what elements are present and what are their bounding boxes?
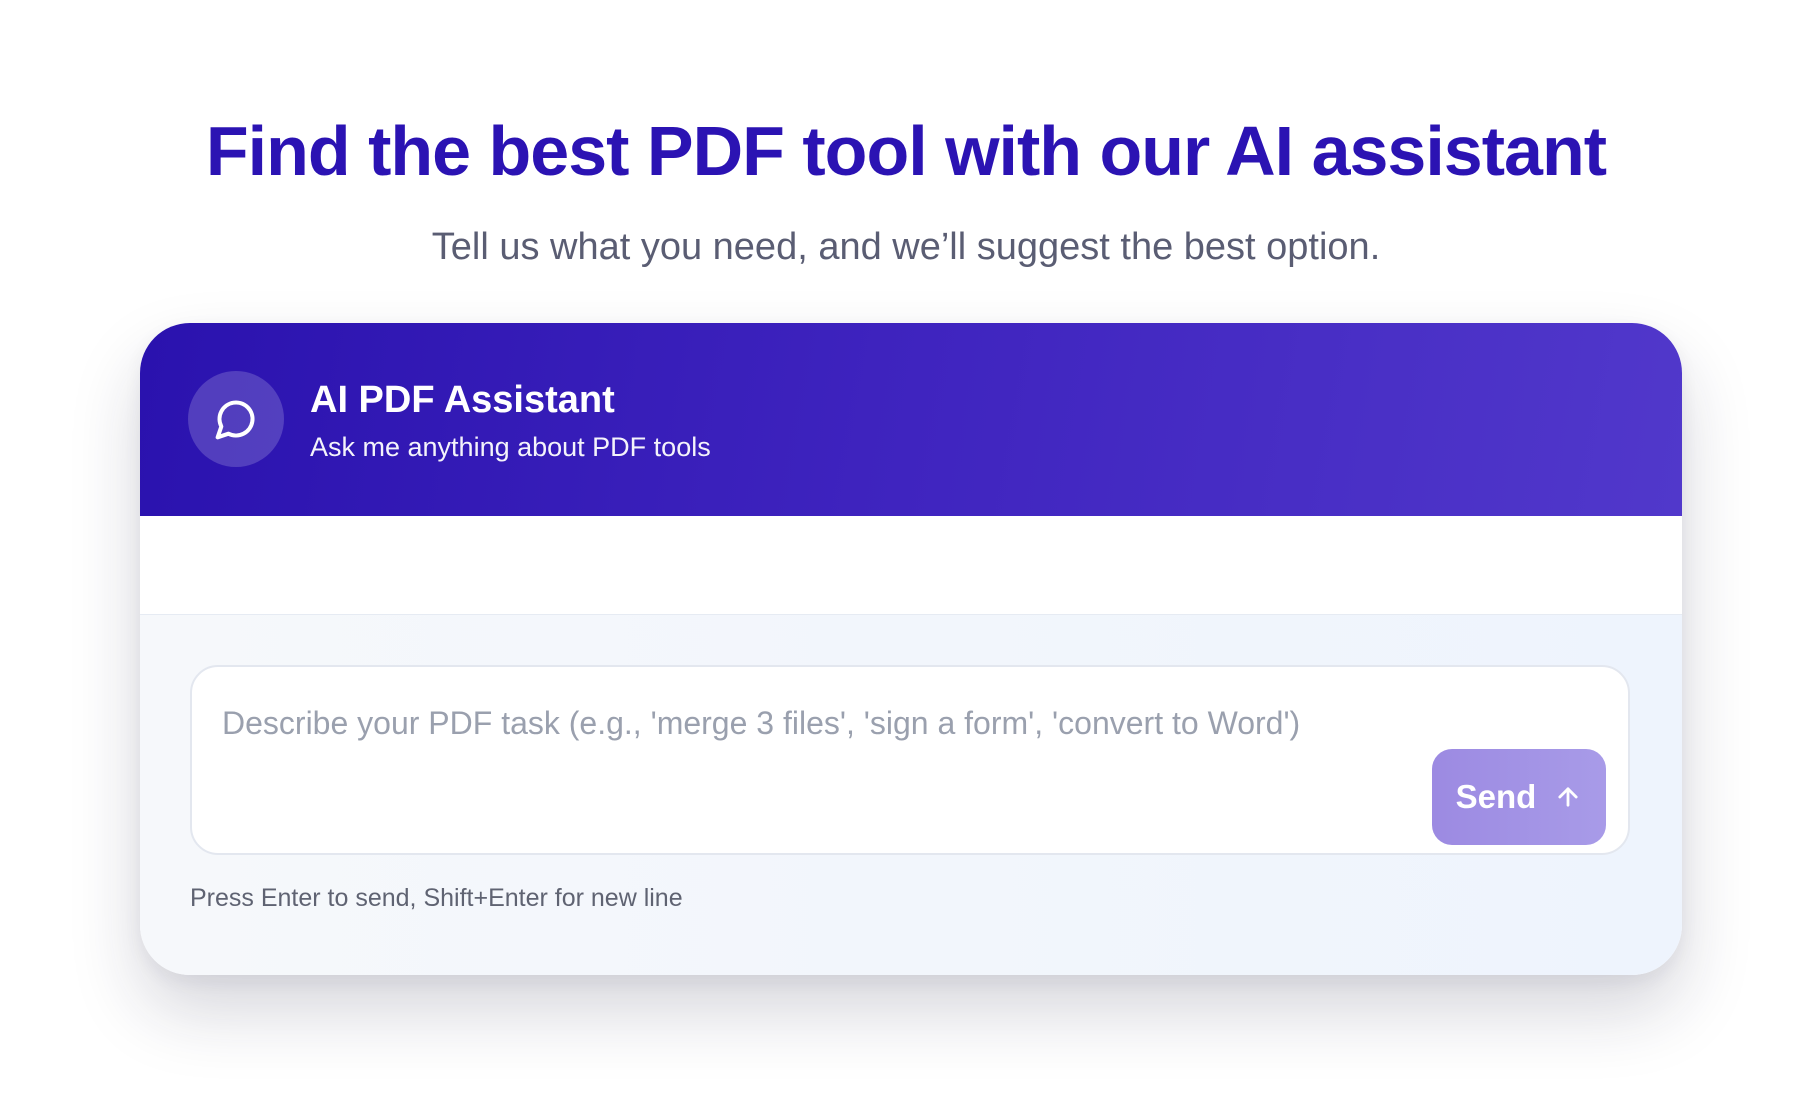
- assistant-title: AI PDF Assistant: [310, 379, 615, 421]
- send-button[interactable]: Send: [1432, 749, 1606, 845]
- chat-bubble-icon: [215, 400, 255, 440]
- messages-area: [140, 516, 1682, 615]
- page-title: Find the best PDF tool with our AI assis…: [205, 112, 1607, 190]
- assistant-chat-card: AI PDF Assistant Ask me anything about P…: [140, 323, 1682, 975]
- arrow-up-icon: [1558, 787, 1578, 807]
- task-description-input[interactable]: [222, 701, 1602, 751]
- assistant-avatar: [188, 371, 284, 467]
- input-container: Send: [190, 665, 1630, 855]
- assistant-header: AI PDF Assistant Ask me anything about P…: [140, 323, 1682, 516]
- composer-area: Send Press Enter to send, Shift+Enter fo…: [140, 615, 1682, 975]
- page: Find the best PDF tool with our AI assis…: [0, 0, 1812, 1110]
- assistant-subtitle: Ask me anything about PDF tools: [310, 432, 711, 462]
- keyboard-hint: Press Enter to send, Shift+Enter for new…: [190, 884, 683, 912]
- page-subtitle: Tell us what you need, and we’ll suggest…: [431, 226, 1381, 268]
- send-button-label: Send: [1455, 778, 1537, 815]
